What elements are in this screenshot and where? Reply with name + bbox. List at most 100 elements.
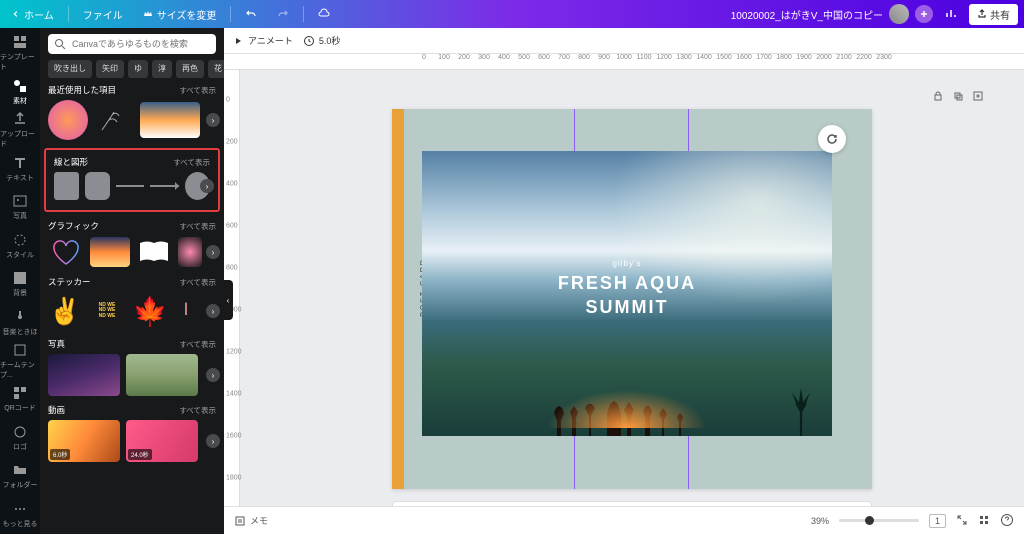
resize-button[interactable]: サイズを変更 (137, 4, 223, 25)
thumb-gradient[interactable] (48, 100, 88, 140)
thumb-book[interactable] (136, 237, 172, 267)
home-label: ホーム (24, 7, 54, 22)
duplicate-button[interactable] (952, 90, 964, 105)
see-all-link[interactable]: すべて表示 (173, 157, 210, 168)
row-next[interactable]: › (206, 434, 220, 448)
lock-icon (932, 90, 944, 102)
fullscreen-button[interactable] (956, 514, 968, 528)
page-indicator[interactable]: 1 (929, 514, 946, 528)
doc-title[interactable]: 10020002_はがきV_中国のコピー (731, 7, 883, 22)
ruler-horizontal: 0100200300400500600700800900100011001200… (224, 54, 1024, 70)
thumb-heart[interactable] (48, 236, 84, 268)
add-member-button[interactable] (915, 5, 933, 23)
share-button[interactable]: 共有 (969, 4, 1018, 25)
video-thumb[interactable]: 6.0秒 (48, 420, 120, 462)
rail-label: 素材 (13, 96, 27, 106)
duration-button[interactable]: 5.0秒 (303, 34, 341, 47)
avatar[interactable] (889, 4, 909, 24)
sticker-worm[interactable]: ౹ (174, 293, 198, 329)
silhouettes (422, 376, 832, 436)
rail-label: チームテンプ... (0, 360, 40, 380)
video-thumb[interactable]: 24.0秒 (126, 420, 198, 462)
search-box[interactable] (48, 34, 216, 54)
rail-templates[interactable]: テンプレート (0, 34, 40, 72)
rail-text[interactable]: テキスト (0, 149, 40, 187)
photo-subtitle: gilby's (558, 259, 696, 268)
audio-icon (12, 309, 28, 325)
section-graphics: グラフィック すべて表示 › (40, 220, 224, 276)
rail-audio[interactable]: 音楽ときほ (0, 303, 40, 341)
rail-folder[interactable]: フォルダー (0, 457, 40, 495)
chip[interactable]: 矢印 (96, 60, 124, 78)
bottom-right: 39% 1 (811, 513, 1014, 529)
see-all-link[interactable]: すべて表示 (179, 405, 216, 416)
see-all-link[interactable]: すべて表示 (179, 339, 216, 350)
undo-button[interactable] (239, 2, 263, 26)
add-page-button[interactable] (972, 90, 984, 105)
row-next[interactable]: › (206, 113, 220, 127)
section-stickers: ステッカーすべて表示 ✌️ ND WEND WEND WE 🍁 ౹ › (40, 276, 224, 338)
row-next[interactable]: › (200, 179, 214, 193)
rail-style[interactable]: スタイル (0, 226, 40, 264)
redo-button[interactable] (271, 2, 295, 26)
chip[interactable]: 花 (208, 60, 224, 78)
rail-photos[interactable]: 写真 (0, 188, 40, 226)
page-photo[interactable]: gilby's FRESH AQUASUMMIT (422, 151, 832, 436)
regenerate-button[interactable] (818, 125, 846, 153)
grid-view-button[interactable] (978, 514, 990, 528)
photo-thumb[interactable] (126, 354, 198, 396)
shape-arrow-line[interactable] (150, 185, 179, 187)
section-title: グラフィック (48, 220, 99, 232)
rail-upload[interactable]: アップロード (0, 111, 40, 149)
see-all-link[interactable]: すべて表示 (179, 221, 216, 232)
rail-qr[interactable]: QRコード (0, 380, 40, 418)
book-icon (136, 237, 172, 267)
rail-bg[interactable]: 背景 (0, 265, 40, 303)
home-button[interactable]: ホーム (6, 4, 60, 25)
thumb-branch[interactable] (94, 100, 134, 140)
thumb-photo[interactable] (140, 102, 200, 138)
rail-more[interactable]: もっと見る (0, 496, 40, 534)
shape-square[interactable] (54, 172, 79, 200)
chip[interactable]: 淳 (152, 60, 172, 78)
search-input[interactable] (72, 39, 210, 49)
thumb-blur[interactable] (178, 237, 202, 267)
collapse-panel-button[interactable]: ‹ (223, 280, 233, 320)
rail-label: スタイル (6, 250, 34, 260)
memo-button[interactable]: メモ (234, 514, 268, 527)
text-icon (12, 155, 28, 171)
cloud-button[interactable] (312, 2, 336, 26)
rail-team[interactable]: チームテンプ... (0, 342, 40, 380)
sticker-peace[interactable]: ✌️ (48, 292, 82, 330)
thumb-sunset[interactable] (90, 237, 130, 267)
chip[interactable]: 吹き出し (48, 60, 92, 78)
zoom-label[interactable]: 39% (811, 516, 829, 526)
section-title: 最近使用した項目 (48, 84, 116, 96)
sticker-leaves[interactable]: 🍁 (132, 293, 168, 329)
animate-button[interactable]: アニメート (232, 34, 293, 47)
see-all-link[interactable]: すべて表示 (179, 85, 216, 96)
canvas-page[interactable]: POST CARD gilby's FRESH AQUASUMMIT (392, 109, 872, 489)
zoom-slider[interactable] (839, 519, 919, 522)
sticker-badge[interactable]: ND WEND WEND WE (88, 292, 126, 330)
photo-thumb[interactable] (48, 354, 120, 396)
add-page-icon (972, 90, 984, 102)
rail-elements[interactable]: 素材 (0, 72, 40, 110)
see-all-link[interactable]: すべて表示 (179, 277, 216, 288)
row-next[interactable]: › (206, 368, 220, 382)
chip[interactable]: 再色 (176, 60, 204, 78)
template-icon (12, 34, 28, 50)
row-next[interactable]: › (206, 245, 220, 259)
row-next[interactable]: › (206, 304, 220, 318)
analytics-button[interactable] (939, 2, 963, 26)
chip[interactable]: ゆ (128, 60, 148, 78)
file-button[interactable]: ファイル (77, 4, 129, 25)
canvas-scroll[interactable]: POST CARD gilby's FRESH AQUASUMMIT (240, 70, 1024, 506)
rail-label: もっと見る (3, 519, 38, 529)
chip-row: 吹き出し 矢印 ゆ 淳 再色 花 › (40, 60, 224, 84)
lock-button[interactable] (932, 90, 944, 105)
shape-line[interactable] (116, 185, 145, 187)
rail-logo[interactable]: ロゴ (0, 419, 40, 457)
shape-rounded[interactable] (85, 172, 110, 200)
help-button[interactable] (1000, 513, 1014, 529)
